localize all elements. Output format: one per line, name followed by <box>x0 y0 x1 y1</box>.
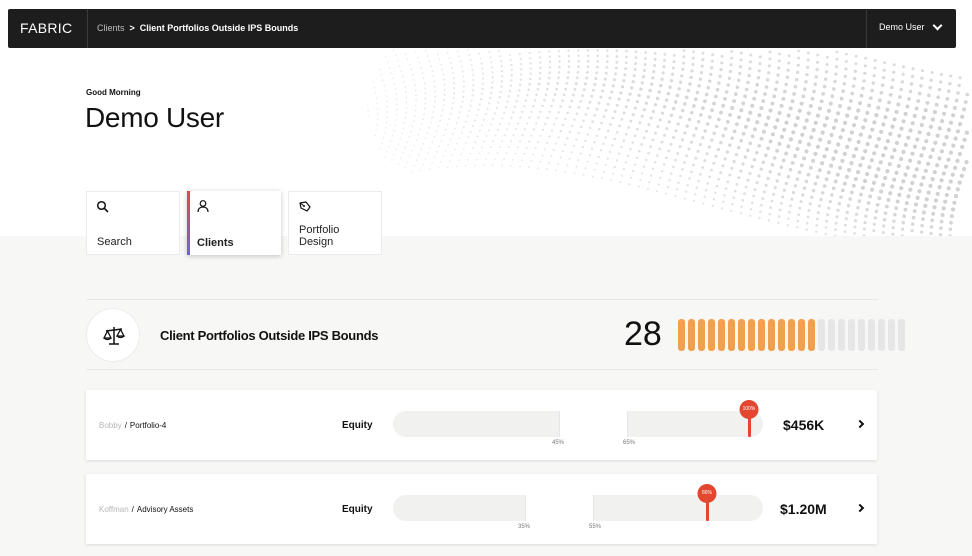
decorative-dot-wave <box>366 49 970 238</box>
tick-filled <box>718 319 725 351</box>
summary-count: 28 <box>624 315 662 353</box>
brand-logo[interactable]: FABRIC <box>20 20 72 36</box>
tick-empty <box>858 319 865 351</box>
summary-tick-meter <box>678 319 905 351</box>
tick-filled <box>748 319 755 351</box>
greeting-text: Good Morning <box>86 88 141 97</box>
active-indicator <box>187 191 190 255</box>
range-low-label: 35% <box>517 524 531 530</box>
portfolio-name[interactable]: Advisory Assets <box>137 505 193 514</box>
tick-filled <box>708 319 715 351</box>
nav-card-clients[interactable]: Clients <box>187 191 281 255</box>
portfolio-value: $1.20M <box>780 501 827 517</box>
tick-filled <box>678 319 685 351</box>
tick-empty <box>878 319 885 351</box>
tick-filled <box>758 319 765 351</box>
divider <box>87 9 88 48</box>
nav-card-label: Search <box>97 236 132 248</box>
ips-range-band <box>559 411 628 437</box>
breadcrumb-clients[interactable]: Clients <box>97 23 125 33</box>
nav-card-search[interactable]: Search <box>86 191 180 255</box>
marker-stem <box>706 501 709 521</box>
top-navigation-bar: FABRIC Clients > Client Portfolios Outside… <box>8 9 956 48</box>
marker-stem <box>748 417 751 437</box>
asset-class-label: Equity <box>342 420 373 431</box>
page-title: Demo User <box>85 102 224 133</box>
tick-empty <box>898 319 905 351</box>
tick-filled <box>798 319 805 351</box>
summary-title: Client Portfolios Outside IPS Bounds <box>160 328 379 343</box>
portfolio-value: $456K <box>783 417 825 433</box>
client-portfolio-label: Koffman / Advisory Assets <box>99 505 193 514</box>
user-icon <box>197 200 209 213</box>
client-name[interactable]: Bobby <box>99 421 122 430</box>
tick-filled <box>698 319 705 351</box>
chevron-right-icon[interactable] <box>855 419 865 429</box>
divider <box>86 369 878 370</box>
portfolio-row[interactable]: Bobby / Portfolio-4 Equity 45% 65% 100% $4… <box>86 390 877 460</box>
pen-nib-icon <box>299 201 311 212</box>
breadcrumb-separator: > <box>129 23 135 33</box>
breadcrumb-current: Client Portfolios Outside IPS Bounds <box>139 23 299 33</box>
range-low-label: 45% <box>551 440 565 446</box>
range-high-label: 55% <box>588 524 602 530</box>
client-portfolio-label: Bobby / Portfolio-4 <box>99 421 166 430</box>
divider <box>86 299 878 300</box>
tick-empty <box>828 319 835 351</box>
portfolio-name[interactable]: Portfolio-4 <box>130 421 166 430</box>
tick-empty <box>838 319 845 351</box>
tick-empty <box>848 319 855 351</box>
breadcrumb: Clients > Client Portfolios Outside IPS Bo… <box>97 23 298 33</box>
summary-icon-badge <box>86 308 140 362</box>
ips-range-band <box>525 495 594 521</box>
allocation-track <box>393 411 763 437</box>
chevron-down-icon <box>932 20 942 31</box>
search-icon <box>96 200 109 213</box>
separator: / <box>131 505 134 514</box>
separator: / <box>124 421 127 430</box>
tick-filled <box>778 319 785 351</box>
nav-card-label: Clients <box>197 237 234 249</box>
tick-empty <box>888 319 895 351</box>
tick-filled <box>738 319 745 351</box>
portfolio-row[interactable]: Koffman / Advisory Assets Equity 35% 55% 8… <box>86 474 877 544</box>
scales-icon <box>102 327 126 345</box>
tick-filled <box>808 319 815 351</box>
tick-empty <box>818 319 825 351</box>
tick-empty <box>868 319 875 351</box>
range-high-label: 65% <box>622 440 636 446</box>
tick-filled <box>728 319 735 351</box>
chevron-right-icon[interactable] <box>855 503 865 513</box>
tick-filled <box>788 319 795 351</box>
nav-card-portfolio-design[interactable]: Portfolio Design <box>288 191 382 255</box>
nav-card-label: Portfolio Design <box>299 224 340 248</box>
asset-class-label: Equity <box>342 504 373 515</box>
tick-filled <box>688 319 695 351</box>
divider <box>866 9 867 48</box>
user-menu-label: Demo User <box>879 22 925 32</box>
client-name[interactable]: Koffman <box>99 505 129 514</box>
user-menu[interactable]: Demo User <box>879 20 942 32</box>
tick-filled <box>768 319 775 351</box>
